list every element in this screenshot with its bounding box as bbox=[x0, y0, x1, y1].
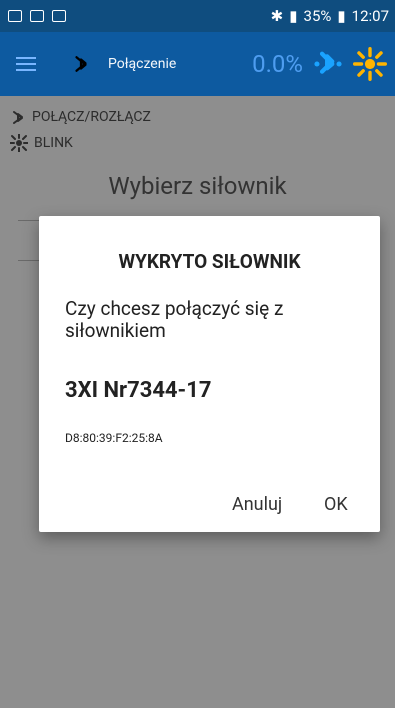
section-title: Wybierz siłownik bbox=[108, 172, 287, 200]
power-icon bbox=[52, 10, 66, 22]
notification-icon bbox=[8, 10, 22, 22]
blink-small-icon bbox=[10, 134, 28, 152]
status-bar: ✱ ▮ 35% ▮ 12:07 bbox=[0, 0, 395, 32]
status-left-icons bbox=[0, 10, 66, 22]
bluetooth-icon[interactable] bbox=[72, 50, 90, 78]
device-mac-address: D8:80:39:F2:25:8A bbox=[65, 431, 163, 445]
menu-icon[interactable] bbox=[16, 57, 36, 71]
dialog-title: WYKRYTO SIŁOWNIK bbox=[118, 250, 301, 273]
menu-row-connect[interactable]: POŁĄCZ/ROZŁĄCZ bbox=[10, 108, 151, 126]
keyboard-icon bbox=[30, 10, 44, 22]
clock: 12:07 bbox=[351, 7, 389, 25]
menu-row-label: BLINK bbox=[34, 135, 73, 151]
ok-button[interactable]: OK bbox=[324, 494, 348, 515]
menu-row-label: POŁĄCZ/ROZŁĄCZ bbox=[32, 109, 151, 125]
blink-sun-icon bbox=[353, 47, 387, 81]
device-detected-dialog: WYKRYTO SIŁOWNIK Czy chcesz połączyć się… bbox=[39, 216, 380, 532]
progress-percent: 0.0% bbox=[252, 50, 303, 78]
battery-percent: 35% bbox=[303, 7, 332, 25]
status-right-icons: ✱ ▮ 35% ▮ 12:07 bbox=[271, 7, 395, 25]
dialog-message: Czy chcesz połączyć się z siłownikiem bbox=[65, 297, 284, 342]
cancel-button[interactable]: Anuluj bbox=[232, 494, 282, 515]
battery-icon: ▮ bbox=[337, 7, 346, 25]
app-title: Połączenie bbox=[108, 56, 177, 72]
device-name: 3XI Nr7344-17 bbox=[65, 378, 212, 403]
menu-row-blink[interactable]: BLINK bbox=[10, 134, 73, 152]
signal-icon: ▮ bbox=[289, 7, 298, 25]
bluetooth-small-icon bbox=[13, 111, 23, 124]
app-bar: Połączenie 0.0% bbox=[0, 32, 395, 96]
bluetooth-accent-icon bbox=[314, 51, 342, 74]
bluetooth-status-icon: ✱ bbox=[270, 7, 284, 25]
